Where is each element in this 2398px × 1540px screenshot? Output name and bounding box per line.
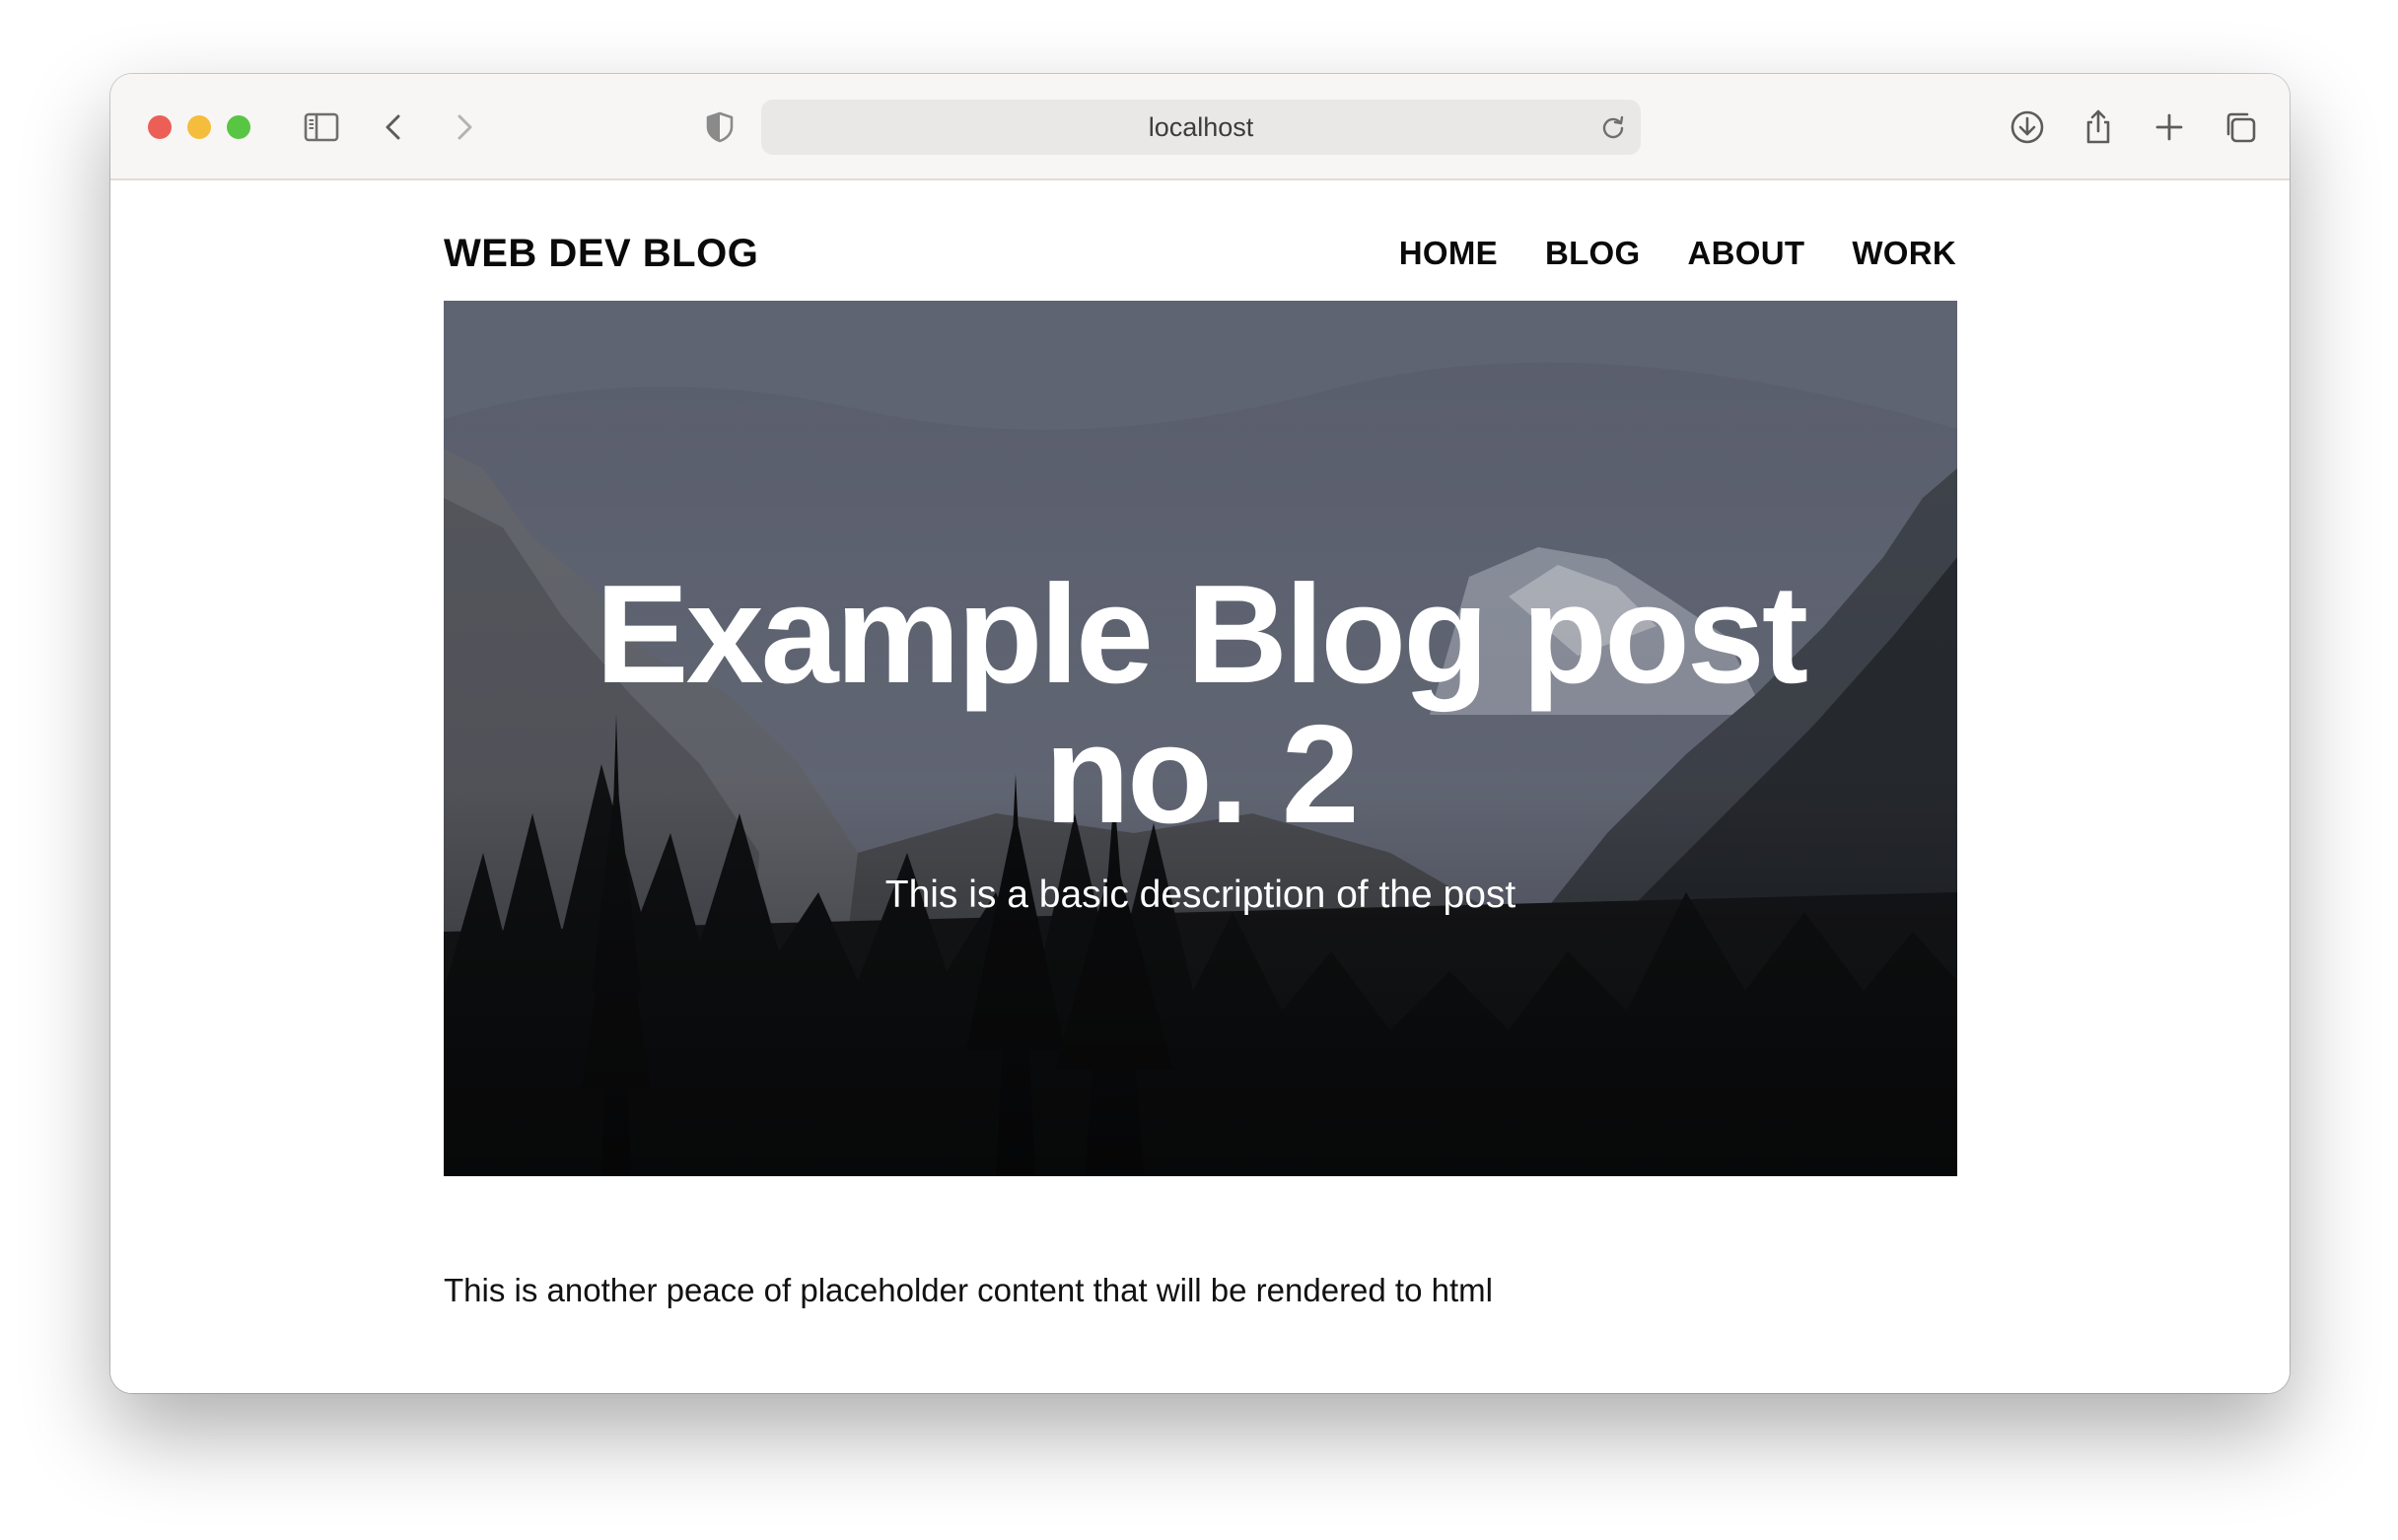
zoom-window-button[interactable]	[227, 115, 250, 139]
site-brand[interactable]: WEB DEV BLOG	[444, 230, 758, 277]
post-title-line-1: Example Blog post	[595, 556, 1808, 713]
share-icon[interactable]	[2075, 104, 2122, 151]
page-content: WEB DEV BLOG HOME BLOG ABOUT WORK Exampl…	[110, 180, 2290, 1393]
reload-icon[interactable]	[1597, 111, 1629, 143]
new-tab-icon[interactable]	[2146, 104, 2193, 151]
nav-blog[interactable]: BLOG	[1545, 234, 1641, 273]
nav-home[interactable]: HOME	[1399, 234, 1498, 273]
main-nav: HOME BLOG ABOUT WORK	[1399, 234, 1956, 273]
post-title-line-2: no. 2	[1044, 696, 1359, 853]
forward-icon[interactable]	[440, 104, 487, 151]
download-icon[interactable]	[2004, 104, 2051, 151]
url-text: localhost	[1148, 112, 1254, 142]
close-window-button[interactable]	[148, 115, 172, 139]
post-description: This is a basic description of the post	[884, 874, 1516, 916]
tab-overview-icon[interactable]	[2217, 104, 2264, 151]
minimize-window-button[interactable]	[187, 115, 211, 139]
browser-toolbar: localhost	[110, 74, 2290, 180]
browser-window: localhost WEB DEV BLOG HOME BLOG ABOUT W…	[110, 74, 2290, 1393]
back-icon[interactable]	[371, 104, 418, 151]
post-body-text: This is another peace of placeholder con…	[444, 1272, 1493, 1308]
address-bar[interactable]: localhost	[761, 100, 1641, 155]
shield-icon[interactable]	[696, 104, 743, 151]
hero-banner: Example Blog post no. 2 This is a basic …	[444, 301, 1957, 1176]
sidebar-icon[interactable]	[298, 104, 345, 151]
nav-about[interactable]: ABOUT	[1687, 234, 1804, 273]
post-title: Example Blog post no. 2	[503, 565, 1898, 845]
nav-work[interactable]: WORK	[1852, 234, 1956, 273]
